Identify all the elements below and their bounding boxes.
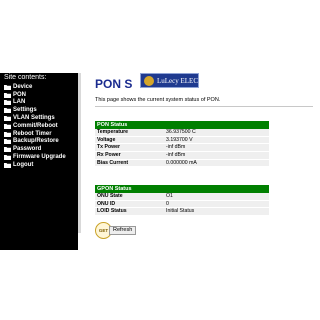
table-row: Bias Current 0.000000 mA (95, 159, 269, 168)
row-value: 0.000000 mA (166, 159, 197, 166)
folder-icon (4, 131, 11, 137)
main-content: PON S LuLecy ELEC This page shows the cu… (82, 73, 320, 250)
folder-icon (4, 92, 11, 98)
row-label: Voltage (97, 136, 116, 143)
folder-icon (4, 99, 11, 106)
folder-icon (4, 84, 11, 90)
refresh-area: GET Refresh (95, 222, 137, 239)
page-title: PON S (95, 77, 133, 91)
row-label: ONU ID (97, 200, 116, 207)
watermark-text: LuLecy ELEC (156, 76, 198, 85)
sidebar-item-label: Device (13, 83, 33, 90)
sidebar-title: Site contents: (4, 74, 47, 81)
folder-icon (4, 107, 11, 114)
gpon-status-table: GPON Status ONU State O1 ONU ID 0 LOID S… (95, 185, 269, 217)
sidebar-item-commit-reboot[interactable]: Commit/Reboot (4, 122, 78, 130)
sidebar-item-device[interactable]: Device (4, 83, 78, 91)
table-row: Rx Power -inf dBm (95, 152, 269, 160)
sidebar-item-password[interactable]: Password (4, 145, 78, 153)
folder-icon (4, 115, 11, 122)
refresh-button[interactable]: Refresh (109, 226, 137, 235)
sidebar-item-label: Commit/Reboot (13, 122, 58, 129)
sidebar-item-label: Settings (13, 107, 37, 114)
sidebar-item-label: Reboot Timer (13, 130, 52, 137)
sidebar-item-label: Firmware Upgrade (13, 154, 66, 161)
sidebar-item-label: VLAN Settings (13, 115, 55, 122)
sidebar-item-label: LAN (13, 99, 26, 106)
row-label: Temperature (97, 129, 129, 135)
sidebar-item-logout[interactable]: Logout (4, 161, 78, 169)
table-row: LOID Status Initial Status (95, 208, 269, 217)
table-row: Tx Power -inf dBm (95, 144, 269, 153)
sidebar-item-lan[interactable]: LAN (4, 99, 78, 107)
table-row: Temperature 36.937500 C (95, 129, 269, 137)
sidebar-item-vlan-settings[interactable]: VLAN Settings (4, 114, 78, 122)
sidebar-list: Device PON LAN Settings VLAN Settings Co… (4, 83, 78, 169)
frame-scrollbar[interactable] (78, 73, 81, 233)
row-value: 0 (166, 200, 169, 207)
row-value: 36.937500 C (166, 129, 196, 135)
sidebar: Site contents: Device PON LAN Settings V… (0, 73, 78, 250)
section-header: GPON Status (95, 185, 269, 193)
row-label: LOID Status (97, 208, 127, 215)
folder-icon (4, 154, 11, 161)
sidebar-item-settings[interactable]: Settings (4, 106, 78, 114)
table-row: ONU State O1 (95, 193, 269, 201)
page-description: This page shows the current system statu… (95, 97, 221, 103)
row-value: 3.193700 V (166, 136, 193, 143)
folder-icon (4, 138, 11, 145)
row-value: O1 (166, 193, 173, 199)
router-status-screen: Site contents: Device PON LAN Settings V… (0, 0, 320, 320)
sidebar-item-backup-restore[interactable]: Backup/Restore (4, 138, 78, 146)
row-value: -inf dBm (166, 152, 186, 159)
divider (95, 106, 313, 107)
sidebar-item-label: Backup/Restore (13, 138, 59, 145)
sidebar-item-reboot-timer[interactable]: Reboot Timer (4, 130, 78, 138)
watermark-logo: LuLecy ELEC (140, 73, 199, 88)
row-value: Initial Status (166, 208, 195, 215)
sidebar-item-label: Password (13, 146, 42, 153)
folder-icon (4, 162, 11, 168)
sidebar-item-label: PON (13, 91, 27, 98)
pon-status-table: PON Status Temperature 36.937500 C Volta… (95, 121, 269, 168)
row-label: Rx Power (97, 152, 121, 159)
sidebar-item-pon[interactable]: PON (4, 91, 78, 99)
section-header: PON Status (95, 121, 269, 129)
sidebar-item-label: Logout (13, 161, 34, 168)
sidebar-item-firmware-upgrade[interactable]: Firmware Upgrade (4, 153, 78, 161)
folder-icon (4, 123, 11, 129)
row-label: Tx Power (97, 144, 121, 151)
brand-logo-icon (144, 75, 154, 86)
table-row: Voltage 3.193700 V (95, 136, 269, 145)
folder-icon (4, 146, 11, 153)
row-label: Bias Current (97, 159, 129, 166)
table-row: ONU ID 0 (95, 200, 269, 209)
row-label: ONU State (97, 193, 123, 199)
row-value: -inf dBm (166, 144, 186, 151)
